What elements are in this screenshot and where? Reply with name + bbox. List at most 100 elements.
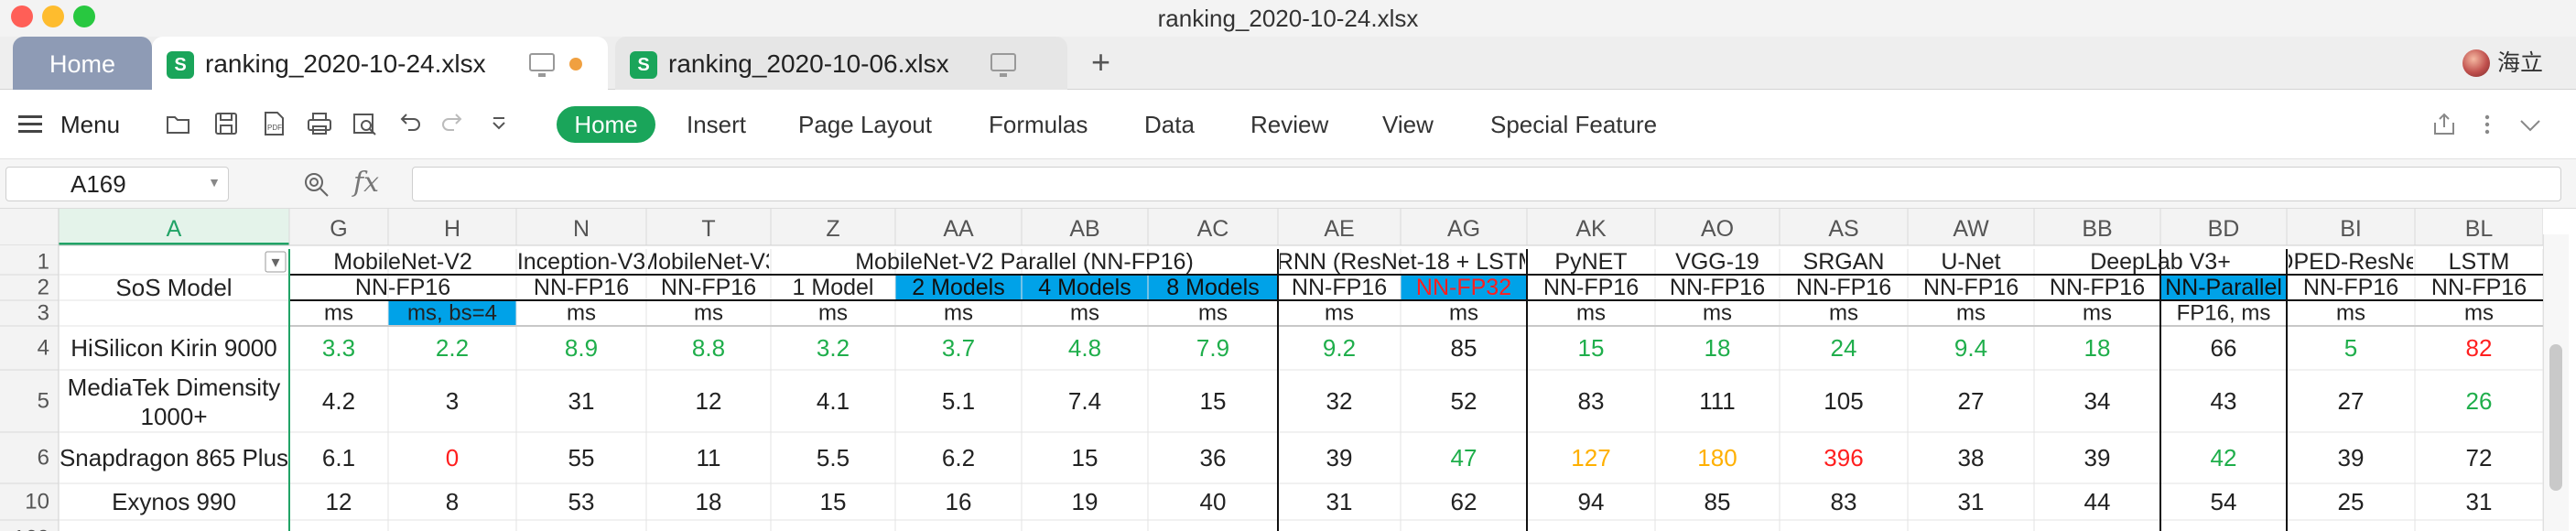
vertical-scrollbar[interactable] — [2543, 234, 2569, 531]
precision-header-cell: NN-FP16 — [534, 275, 629, 300]
column-header-BB: BB — [2082, 216, 2112, 242]
zoom-icon[interactable] — [302, 170, 331, 200]
document-tab-bar: Home S ranking_2020-10-24.xlsx S ranking… — [0, 37, 2576, 90]
value-cell: 38 — [1958, 444, 1985, 471]
value-cell: 24 — [1831, 334, 1857, 362]
ribbon-tab-home[interactable]: Home — [557, 106, 655, 143]
ribbon-tab-data[interactable]: Data — [1144, 106, 1195, 143]
value-cell: 53 — [568, 488, 595, 515]
chevron-down-icon[interactable]: ▼ — [208, 175, 221, 190]
print-icon[interactable] — [306, 110, 333, 137]
value-cell: 180 — [1697, 444, 1737, 471]
unit-cell: ms — [2336, 301, 2365, 326]
precision-header-cell: NN-FP32 — [1416, 275, 1511, 300]
unit-cell: FP16, ms — [2177, 301, 2271, 326]
ribbon-tab-page-layout[interactable]: Page Layout — [798, 106, 932, 143]
row-header-160: 160 — [13, 526, 49, 531]
ribbon-toolbar: Menu PDF Home Insert Page Layout Formula… — [0, 90, 2576, 159]
precision-header-cell: NN-FP16 — [2303, 275, 2398, 300]
value-cell: 15 — [1578, 334, 1605, 362]
monitor-icon[interactable] — [990, 53, 1016, 77]
group-header-cell: LSTM — [2449, 249, 2510, 275]
row-header-2: 2 — [38, 276, 49, 300]
tab-file-active[interactable]: S ranking_2020-10-24.xlsx — [152, 37, 608, 90]
value-cell: 72 — [2466, 444, 2493, 471]
value-cell: 18 — [2084, 334, 2111, 362]
group-header-cell: MobileNet-V2 Parallel (NN-FP16) — [855, 249, 1194, 275]
precision-header-cell: NN-FP16 — [661, 275, 756, 300]
value-cell: 40 — [1200, 488, 1227, 515]
value-cell: 8.8 — [692, 334, 725, 362]
collapse-ribbon-icon[interactable] — [2517, 112, 2543, 142]
ribbon-tab-formulas[interactable]: Formulas — [989, 106, 1088, 143]
value-cell: 85 — [1451, 334, 1477, 362]
share-icon[interactable] — [2431, 112, 2457, 142]
ribbon-tab-view[interactable]: View — [1382, 106, 1434, 143]
new-tab-button[interactable]: + — [1091, 46, 1110, 79]
column-header-strip — [0, 209, 2543, 245]
ribbon-tab-special-feature[interactable]: Special Feature — [1490, 106, 1657, 143]
value-cell: 34 — [2084, 387, 2111, 415]
value-cell: 15 — [1200, 387, 1227, 415]
group-header-cell: DPED-ResNet — [2277, 249, 2424, 275]
value-cell: 4.1 — [817, 387, 850, 415]
value-cell: 26 — [2466, 387, 2493, 415]
value-cell: 43 — [2211, 387, 2237, 415]
precision-header-cell: NN-FP16 — [1923, 275, 2019, 300]
unit-cell: ms — [944, 301, 973, 326]
column-header-AW: AW — [1953, 216, 1989, 242]
value-cell: 105 — [1824, 387, 1863, 415]
more-tools-icon[interactable] — [485, 110, 513, 137]
column-header-Z: Z — [826, 216, 839, 242]
sheet-canvas: A G H N T Z AA AB AC AE AG AK AO AS AW BB BD BI BL12345610… — [0, 209, 2543, 531]
value-cell: 82 — [2466, 334, 2493, 362]
print-preview-icon[interactable] — [352, 110, 379, 137]
group-header-cell: U-Net — [1941, 249, 2000, 275]
export-pdf-icon[interactable]: PDF — [260, 110, 287, 137]
spreadsheet-grid: A G H N T Z AA AB AC AE AG AK AO AS AW BB BD BI BL 1 2 3 4 5 6 10… — [0, 209, 2576, 531]
monitor-icon[interactable] — [529, 53, 555, 77]
unit-cell: ms — [818, 301, 848, 326]
value-cell: 3.3 — [322, 334, 355, 362]
save-icon[interactable] — [212, 110, 240, 137]
tab-home[interactable]: Home — [13, 37, 152, 90]
tab-file-label: ranking_2020-10-06.xlsx — [668, 49, 949, 78]
more-options-icon[interactable] — [2483, 112, 2492, 142]
value-cell: 55 — [568, 444, 595, 471]
precision-header-cell: NN-FP16 — [1543, 275, 1639, 300]
ribbon-tab-review[interactable]: Review — [1250, 106, 1328, 143]
tab-file-inactive[interactable]: S ranking_2020-10-06.xlsx — [615, 37, 1067, 90]
row-header-4: 4 — [38, 336, 49, 361]
ribbon-tab-insert[interactable]: Insert — [687, 106, 746, 143]
column-header-G: G — [330, 216, 347, 242]
open-icon[interactable] — [165, 110, 192, 137]
precision-header-cell: NN-FP16 — [1670, 275, 1765, 300]
redo-icon[interactable] — [439, 110, 467, 137]
name-box[interactable]: A169 ▼ — [5, 167, 229, 201]
row-header-strip — [0, 245, 59, 531]
spreadsheet-icon: S — [167, 51, 194, 79]
function-icon[interactable]: fx — [353, 165, 379, 201]
scrollbar-thumb[interactable] — [2549, 344, 2562, 491]
unit-cell: ms — [324, 301, 353, 326]
value-cell: 16 — [946, 488, 972, 515]
undo-icon[interactable] — [395, 110, 423, 137]
menu-label: Menu — [60, 111, 121, 138]
precision-header-cell: 1 Model — [793, 275, 874, 300]
precision-header-cell: NN-FP16 — [1292, 275, 1387, 300]
precision-header-cell: 2 Models — [912, 275, 1004, 300]
column-header-T: T — [701, 216, 715, 242]
column-header-BD: BD — [2208, 216, 2240, 242]
value-cell: 27 — [1958, 387, 1985, 415]
value-cell: 15 — [1072, 444, 1099, 471]
formula-input[interactable] — [412, 167, 2561, 201]
device-name-cell: HiSilicon Kirin 9000 — [70, 334, 276, 362]
unit-cell: ms — [2083, 301, 2112, 326]
value-cell: 4.8 — [1068, 334, 1101, 362]
value-cell: 6.2 — [942, 444, 975, 471]
value-cell: 31 — [1958, 488, 1985, 515]
device-name-cell: MediaTek Dimensity — [68, 374, 281, 401]
value-cell: 31 — [1326, 488, 1353, 515]
value-cell: 44 — [2084, 488, 2111, 515]
group-header-cell: SRGAN — [1803, 249, 1885, 275]
